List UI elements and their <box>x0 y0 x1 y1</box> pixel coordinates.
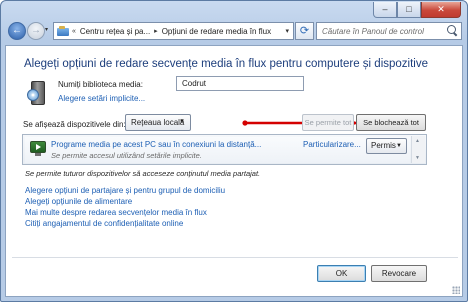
address-bar[interactable]: « Centru rețea și pa... ▸ Opțiuni de red… <box>53 22 294 40</box>
default-settings-link[interactable]: Alegere setări implicite... <box>58 94 145 103</box>
chevron-down-icon: ▼ <box>179 119 185 125</box>
device-list: Programe media pe acest PC sau în conexi… <box>22 134 427 165</box>
forward-button[interactable]: → <box>27 22 45 40</box>
close-button[interactable]: ✕ <box>421 2 461 18</box>
address-dropdown-icon[interactable]: ▾ <box>285 27 289 35</box>
allow-all-button[interactable]: Se permite tot <box>302 114 354 131</box>
caption-buttons: – □ ✕ <box>373 2 461 18</box>
library-name-input[interactable]: Codrut <box>176 76 304 91</box>
more-about-streaming-link[interactable]: Mai multe despre redarea secvențelor med… <box>25 208 207 217</box>
minimize-button[interactable]: – <box>373 2 397 18</box>
power-options-link[interactable]: Alegeți opțiunile de alimentare <box>25 197 132 206</box>
device-list-scrollbar[interactable]: ▲ ▼ <box>411 136 425 163</box>
recent-pages-dropdown[interactable]: ▾ <box>45 26 48 33</box>
device-description: Se permite accesul utilizând setările im… <box>51 151 202 160</box>
ok-button[interactable]: OK <box>317 265 366 282</box>
network-select-value: Rețeaua locală <box>131 118 185 127</box>
permission-select-value: Permis <box>371 141 396 150</box>
block-all-button[interactable]: Se blochează tot <box>356 114 426 131</box>
back-button[interactable]: ← <box>8 22 26 40</box>
control-panel-icon <box>57 26 69 36</box>
refresh-button[interactable]: ⟳ <box>295 22 314 40</box>
main-content: Alegeți opțiuni de redare secvențe media… <box>5 45 463 297</box>
page-title: Alegeți opțiuni de redare secvențe media… <box>24 58 429 70</box>
resize-grip-icon[interactable] <box>452 286 460 294</box>
maximize-button[interactable]: □ <box>397 2 421 18</box>
divider <box>12 257 458 258</box>
window: – □ ✕ ← → ▾ « Centru rețea și pa... ▸ Op… <box>0 0 468 302</box>
search-icon[interactable] <box>447 25 458 36</box>
search-placeholder: Căutare în Panoul de control <box>322 26 424 36</box>
navigation-bar: ← → ▾ « Centru rețea și pa... ▸ Opțiuni … <box>5 21 465 41</box>
breadcrumb-network-center[interactable]: Centru rețea și pa... <box>80 27 150 36</box>
scroll-up-icon[interactable]: ▲ <box>415 138 420 144</box>
media-library-icon <box>27 79 49 107</box>
show-devices-label: Se afișează dispozitivele din: <box>23 120 126 129</box>
privacy-statement-link[interactable]: Citiți angajamentul de confidențialitate… <box>25 219 183 228</box>
access-note: Se permite tuturor dispozitivelor să acc… <box>25 169 261 178</box>
search-input[interactable]: Căutare în Panoul de control <box>316 22 462 40</box>
cancel-button[interactable]: Revocare <box>371 265 427 282</box>
breadcrumb-overflow[interactable]: « <box>72 28 76 35</box>
permission-select[interactable]: Permis ▼ <box>366 138 407 154</box>
chevron-down-icon: ▼ <box>396 143 402 149</box>
customize-link[interactable]: Particularizare... <box>303 140 361 149</box>
sharing-options-link[interactable]: Alegere opțiuni de partajare și pentru g… <box>25 186 225 195</box>
list-item[interactable]: Programe media pe acest PC sau în conexi… <box>25 137 410 163</box>
breadcrumb-separator[interactable]: ▸ <box>154 27 158 35</box>
device-name-link[interactable]: Programe media pe acest PC sau în conexi… <box>51 140 261 149</box>
library-name-label: Numiți biblioteca media: <box>58 80 143 89</box>
media-player-icon <box>30 141 46 157</box>
scroll-down-icon[interactable]: ▼ <box>415 155 420 161</box>
network-select[interactable]: Rețeaua locală ▼ <box>125 114 191 131</box>
breadcrumb-media-streaming[interactable]: Opțiuni de redare media în flux <box>162 27 271 36</box>
